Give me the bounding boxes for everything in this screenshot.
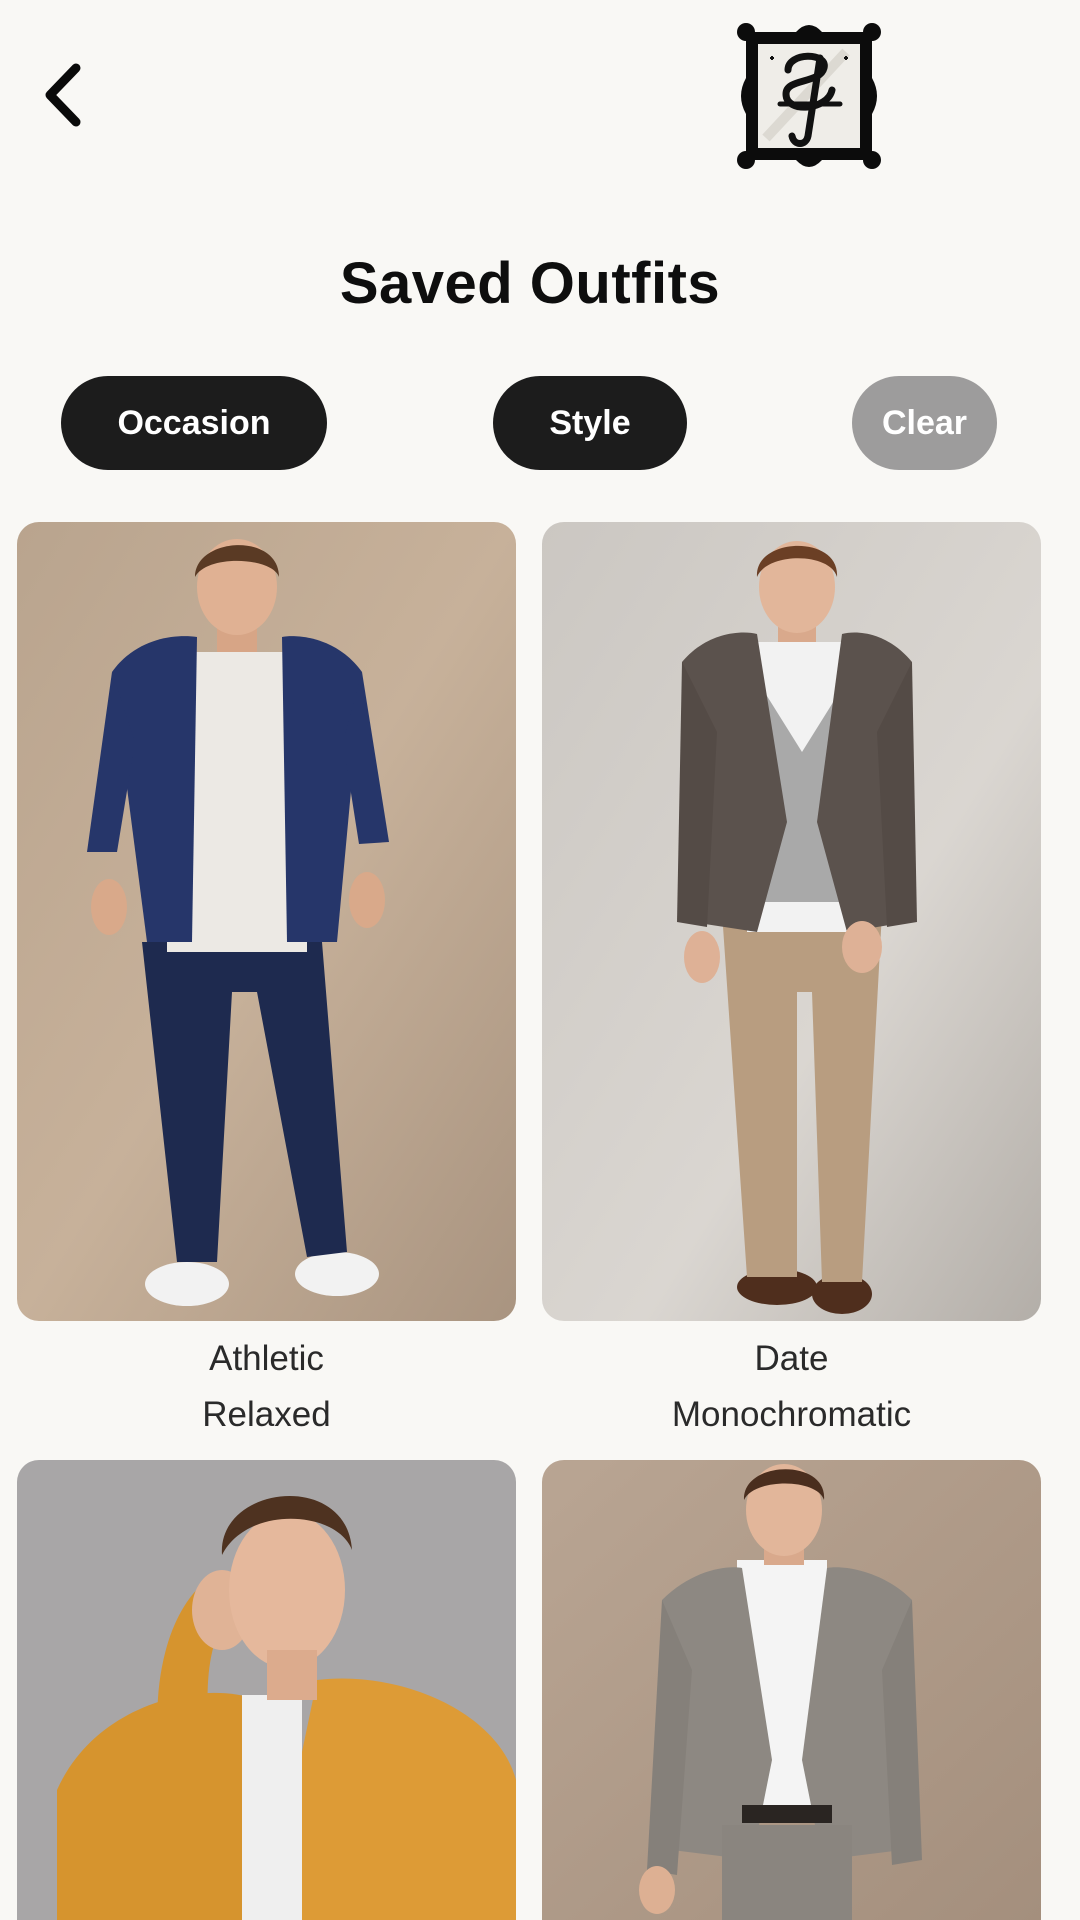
back-button[interactable] bbox=[28, 50, 98, 140]
outfit-card[interactable] bbox=[542, 1460, 1041, 1920]
outfit-photo-mustard-bomber bbox=[17, 1460, 516, 1920]
outfit-photo-navy-bomber bbox=[17, 522, 516, 1321]
outfit-occasion-label: Athletic bbox=[209, 1339, 324, 1378]
outfit-style-label: Monochromatic bbox=[671, 1395, 912, 1434]
outfit-card[interactable] bbox=[17, 1460, 516, 1920]
occasion-filter-button[interactable]: Occasion bbox=[61, 376, 327, 470]
outfit-card[interactable]: Date Monochromatic bbox=[542, 522, 1041, 1443]
outfit-style-label: Relaxed bbox=[202, 1395, 331, 1434]
outfit-occasion-label: Date bbox=[754, 1339, 829, 1378]
page-title: Saved Outfits bbox=[339, 251, 721, 316]
clear-filters-button[interactable]: Clear bbox=[852, 376, 997, 470]
outfit-photo-grey-suit bbox=[542, 1460, 1041, 1920]
style-filter-button[interactable]: Style bbox=[493, 376, 687, 470]
outfit-photo-brown-blazer bbox=[542, 522, 1041, 1321]
outfit-card[interactable]: Athletic Relaxed bbox=[17, 522, 516, 1443]
monogram-logo bbox=[736, 18, 882, 174]
chevron-left-icon bbox=[45, 63, 81, 127]
